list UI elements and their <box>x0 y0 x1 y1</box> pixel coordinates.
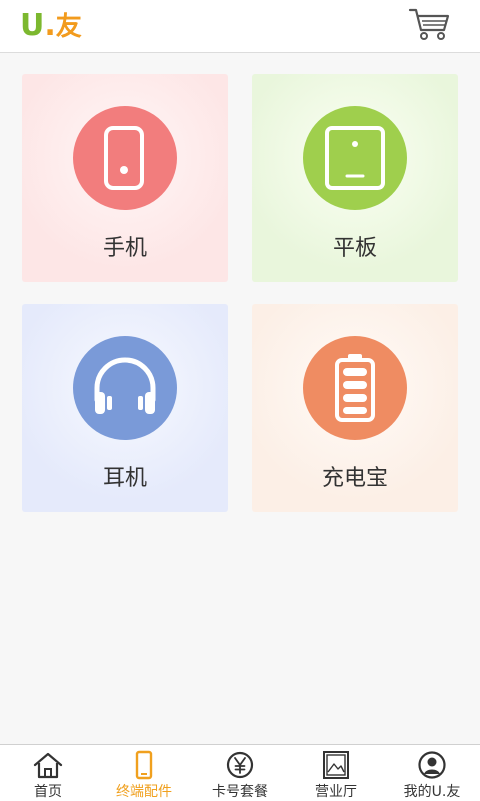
tab-profile[interactable]: 我的U.友 <box>384 745 480 801</box>
category-tile-headphone[interactable]: 耳机 <box>22 304 228 512</box>
tab-label: 终端配件 <box>116 784 172 800</box>
category-tile-tablet[interactable]: 平板 <box>252 74 458 282</box>
picture-icon <box>323 751 349 779</box>
logo-dot: . <box>44 8 56 43</box>
app-header: U . 友 <box>0 0 480 53</box>
user-icon <box>418 751 446 779</box>
tablet-icon <box>303 106 407 210</box>
tab-label: 卡号套餐 <box>212 784 268 800</box>
logo-you: 友 <box>55 12 82 42</box>
headphone-icon <box>73 336 177 440</box>
category-label: 手机 <box>102 236 147 261</box>
category-label: 耳机 <box>102 466 147 491</box>
home-icon <box>33 752 63 779</box>
tab-label: 首页 <box>34 784 62 800</box>
category-tile-powerbank[interactable]: 充电宝 <box>252 304 458 512</box>
category-label: 充电宝 <box>321 466 388 491</box>
logo-u: U <box>20 8 45 43</box>
cart-icon[interactable] <box>408 6 452 42</box>
tab-store[interactable]: 营业厅 <box>288 745 384 801</box>
phone-icon <box>135 750 153 780</box>
yuan-icon <box>226 751 254 779</box>
tab-devices[interactable]: 终端配件 <box>96 745 192 801</box>
app-logo[interactable]: U . 友 <box>20 6 82 43</box>
battery-icon <box>303 336 407 440</box>
tab-label: 我的U.友 <box>403 784 461 800</box>
tab-plans[interactable]: 卡号套餐 <box>192 745 288 801</box>
category-label: 平板 <box>332 236 377 261</box>
category-tile-phone[interactable]: 手机 <box>22 74 228 282</box>
tab-label: 营业厅 <box>315 784 357 800</box>
bottom-tab-bar: 首页 终端配件 卡号套餐 营业厅 我的U.友 <box>0 744 480 801</box>
phone-icon <box>73 106 177 210</box>
tab-home[interactable]: 首页 <box>0 745 96 801</box>
